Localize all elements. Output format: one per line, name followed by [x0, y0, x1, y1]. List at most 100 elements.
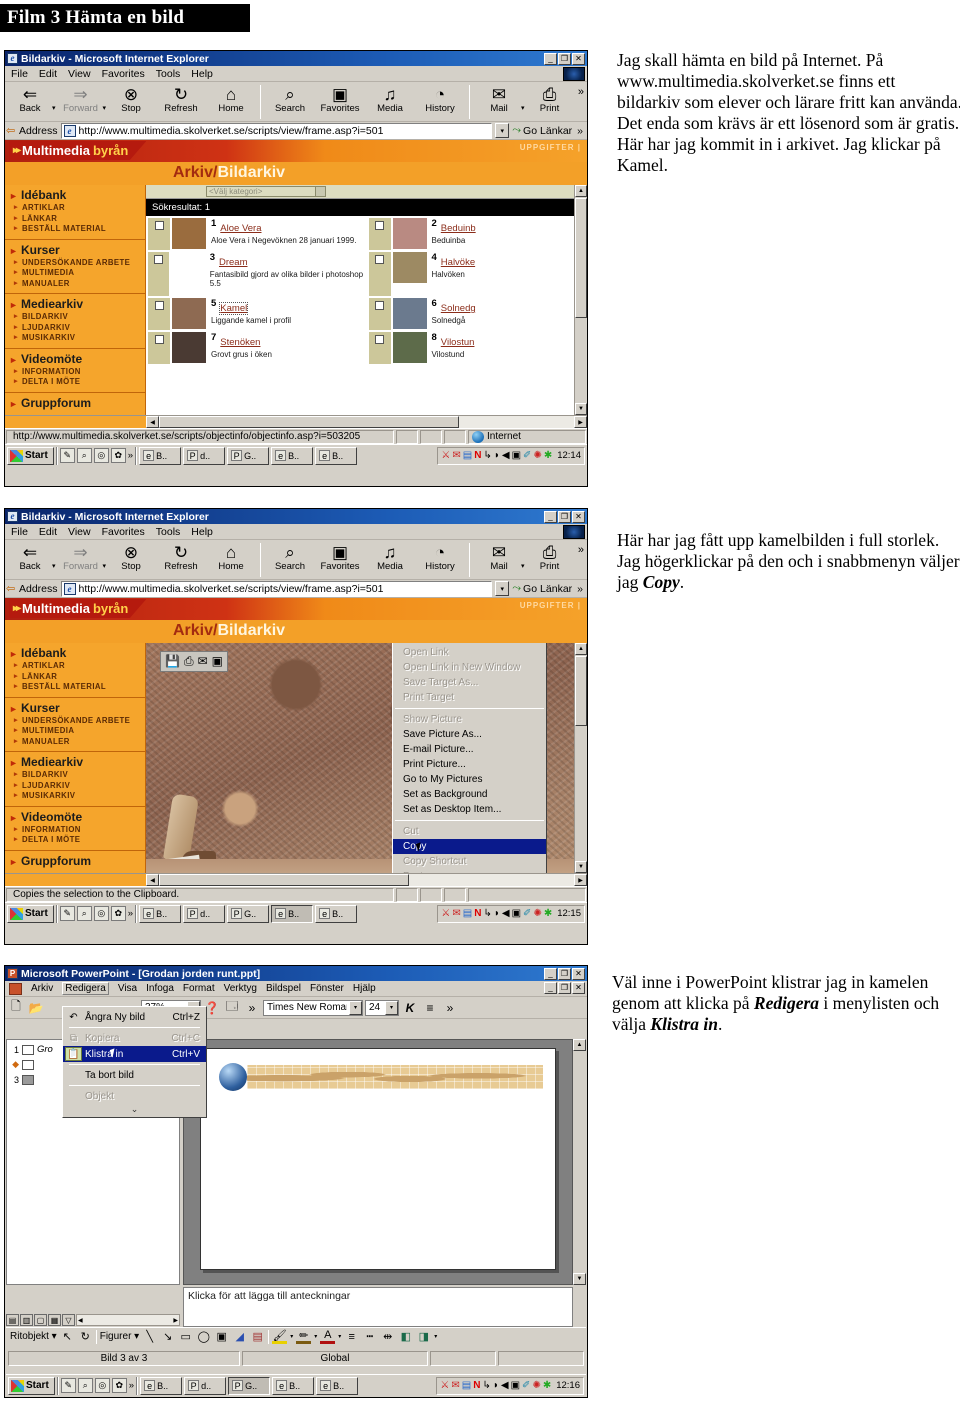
mouse-icon[interactable]: ↳ — [482, 1380, 490, 1391]
show-desktop-icon[interactable]: ✎ — [59, 448, 75, 463]
uppgifter-link[interactable]: UPPGIFTER | — [520, 143, 581, 152]
start-button[interactable]: Start — [8, 1376, 55, 1395]
nav-item-lankar[interactable]: LÄNKAR — [5, 672, 145, 683]
calendar-icon[interactable]: ▤ — [463, 450, 472, 461]
menu-file[interactable]: File — [11, 526, 28, 538]
explorer-icon[interactable]: ✿ — [111, 1378, 127, 1393]
menu-edit[interactable]: Edit — [39, 68, 57, 80]
toolbar-media-button[interactable]: ♫ Media — [365, 542, 415, 572]
ie-window-1[interactable]: Bildarkiv - Microsoft Internet Explorer … — [4, 50, 588, 487]
category-filter-row[interactable]: <Välj kategori> — [146, 185, 587, 199]
system-tray[interactable]: ⚔ ✉ ▤ N ↳ ◗ ◀ ▣ ✐ ✺ ✱ 12:15 — [437, 904, 585, 923]
result-checkbox[interactable] — [375, 301, 384, 310]
powerpoint-window[interactable]: Microsoft PowerPoint - [Grodan jorden ru… — [4, 965, 588, 1398]
chevron-down-icon[interactable]: ▾ — [349, 1000, 362, 1015]
image-vertical-scrollbar[interactable]: ▲ ▼ — [574, 643, 587, 873]
result-checkbox-cell[interactable] — [148, 218, 170, 250]
slide-show-icon[interactable]: 🗔 — [223, 999, 241, 1017]
menu-edit[interactable]: Edit — [39, 526, 57, 538]
fill-dropdown-icon[interactable]: ▾ — [290, 1333, 293, 1340]
arrow-icon[interactable]: ↘ — [160, 1329, 175, 1344]
nav-item-artiklar[interactable]: ARTIKLAR — [5, 661, 145, 672]
address-input[interactable]: http://www.multimedia.skolverket.se/scri… — [60, 122, 493, 139]
result-checkbox[interactable] — [154, 301, 164, 310]
pp-menu-arkiv[interactable]: Arkiv — [31, 983, 53, 994]
menu-favorites[interactable]: Favorites — [102, 526, 145, 538]
ctx-show-picture[interactable]: Show Picture — [393, 712, 546, 727]
toolbar-media-button[interactable]: ♫ Media — [365, 84, 415, 114]
antivirus-icon[interactable]: ⚔ — [440, 1380, 449, 1391]
scroll-thumb[interactable] — [575, 656, 587, 726]
nav-item-bildarkiv[interactable]: BILDARKIV — [5, 770, 145, 781]
result-checkbox-cell[interactable] — [368, 252, 391, 296]
print-icon[interactable]: ⎙ — [184, 654, 194, 669]
speaker-icon[interactable]: ◗ — [493, 1380, 499, 1391]
links-button[interactable]: Länkar — [540, 125, 574, 137]
taskbar-button[interactable]: e B.. — [315, 446, 358, 465]
pp-menu-format[interactable]: Format — [183, 983, 215, 994]
result-title-link[interactable]: Aloe Vera — [220, 223, 261, 234]
ctx-set-as-background[interactable]: Set as Background — [393, 787, 546, 802]
pp-slide-area[interactable] — [183, 1039, 573, 1285]
restore-button[interactable]: ❐ — [558, 967, 571, 980]
ctx-open-link-new-window[interactable]: Open Link in New Window — [393, 660, 546, 675]
pp-titlebar[interactable]: Microsoft PowerPoint - [Grodan jorden ru… — [5, 966, 587, 981]
toolbar-back-button[interactable]: ⇐ Back — [5, 542, 55, 572]
result-thumbnail[interactable] — [392, 332, 427, 363]
ie2-window-buttons[interactable]: _ ❐ ✕ — [544, 510, 585, 523]
pp-menu-redigera[interactable]: Redigera — [62, 982, 109, 995]
image-toolbar[interactable]: 💾 ⎙ ✉ ▣ — [160, 651, 228, 672]
image-context-menu[interactable]: Open Link Open Link in New Window Save T… — [392, 643, 547, 873]
nav-item-delta-i-mote[interactable]: DELTA I MÖTE — [5, 835, 145, 846]
font-combo[interactable]: Times New Roman ▾ — [263, 999, 363, 1016]
bug-icon[interactable]: ✺ — [533, 450, 541, 461]
scroll-left-icon[interactable]: ◀ — [146, 874, 159, 886]
chevron-down-icon[interactable] — [315, 187, 325, 196]
content-horizontal-scrollbar[interactable]: ◀ ▶ — [5, 415, 587, 428]
pp-menu-hjalp[interactable]: Hjälp — [353, 983, 376, 994]
nav-head-videomote[interactable]: Videomöte — [5, 810, 145, 826]
menu-favorites[interactable]: Favorites — [102, 68, 145, 80]
italic-icon[interactable]: K — [401, 999, 419, 1017]
toolbar-search-button[interactable]: ⌕ Search — [265, 542, 315, 572]
result-title-link-kamel[interactable]: Kamel — [219, 302, 249, 315]
menu-view[interactable]: View — [68, 68, 91, 80]
nav-item-ljudarkiv[interactable]: LJUDARKIV — [5, 781, 145, 792]
taskbar-2[interactable]: Start ✎ ⌕ ◎ ✿ » e B.. Pd.. P G.. e B.. e B..… — [5, 902, 587, 924]
explorer-icon[interactable]: ✿ — [110, 906, 126, 921]
hscroll-trough[interactable] — [409, 874, 574, 886]
line-dropdown-icon[interactable]: ▾ — [314, 1333, 317, 1340]
3d-dropdown-icon[interactable]: ▾ — [434, 1333, 437, 1340]
taskbar-clock[interactable]: 12:14 — [554, 450, 581, 461]
norton-icon[interactable]: N — [474, 908, 481, 919]
new-document-icon[interactable]: 🗋 — [7, 999, 25, 1017]
nav-item-artiklar[interactable]: ARTIKLAR — [5, 203, 145, 214]
scroll-up-icon[interactable]: ▲ — [573, 1039, 586, 1051]
toolbar-search-button[interactable]: ⌕ Search — [265, 84, 315, 114]
result-title-link[interactable]: Solnedg — [441, 303, 476, 314]
pp-slide[interactable] — [200, 1048, 556, 1270]
taskbar-button[interactable]: Pd.. — [183, 446, 226, 465]
nav-head-kurser[interactable]: Kurser — [5, 701, 145, 717]
mail-icon[interactable]: ✉ — [452, 450, 460, 461]
nav-item-undersokande-arbete[interactable]: UNDERSÖKANDE ARBETE — [5, 258, 145, 269]
address-dropdown-icon[interactable]: ▾ — [495, 581, 510, 596]
menu-tools[interactable]: Tools — [156, 526, 181, 538]
line-color-icon[interactable]: ✏ — [296, 1329, 312, 1344]
toolbar-forward-button[interactable]: ⇒ Forward — [56, 84, 106, 114]
doc-minimize-button[interactable]: _ — [544, 982, 557, 994]
site-sidebar[interactable]: Idébank ARTIKLAR LÄNKAR BESTÄLL MATERIAL… — [5, 643, 146, 873]
green-icon[interactable]: ✱ — [544, 908, 552, 919]
toolbar-home-button[interactable]: ⌂ Home — [206, 542, 256, 572]
scroll-right-icon[interactable]: ▶ — [574, 874, 587, 886]
nav-item-multimedia[interactable]: MULTIMEDIA — [5, 726, 145, 737]
toolbar-overflow-icon[interactable]: » — [578, 86, 584, 98]
ctx-open-link[interactable]: Open Link — [393, 645, 546, 660]
pen-icon[interactable]: ✐ — [523, 450, 531, 461]
norton-icon[interactable]: N — [473, 1380, 480, 1391]
disk-icon[interactable]: ▣ — [512, 450, 521, 461]
toolbar-overflow-icon[interactable]: » — [578, 544, 584, 556]
pp-menu-objekt[interactable]: Objekt — [63, 1088, 206, 1104]
pp-window-buttons[interactable]: _ ❐ ✕ — [544, 967, 585, 980]
pp-drawing-toolbar[interactable]: Ritobjekt ▾ ↖ ↻ Figurer ▾ ╲ ↘ ▭ ◯ ▣ ◢ ▤ … — [6, 1327, 586, 1345]
